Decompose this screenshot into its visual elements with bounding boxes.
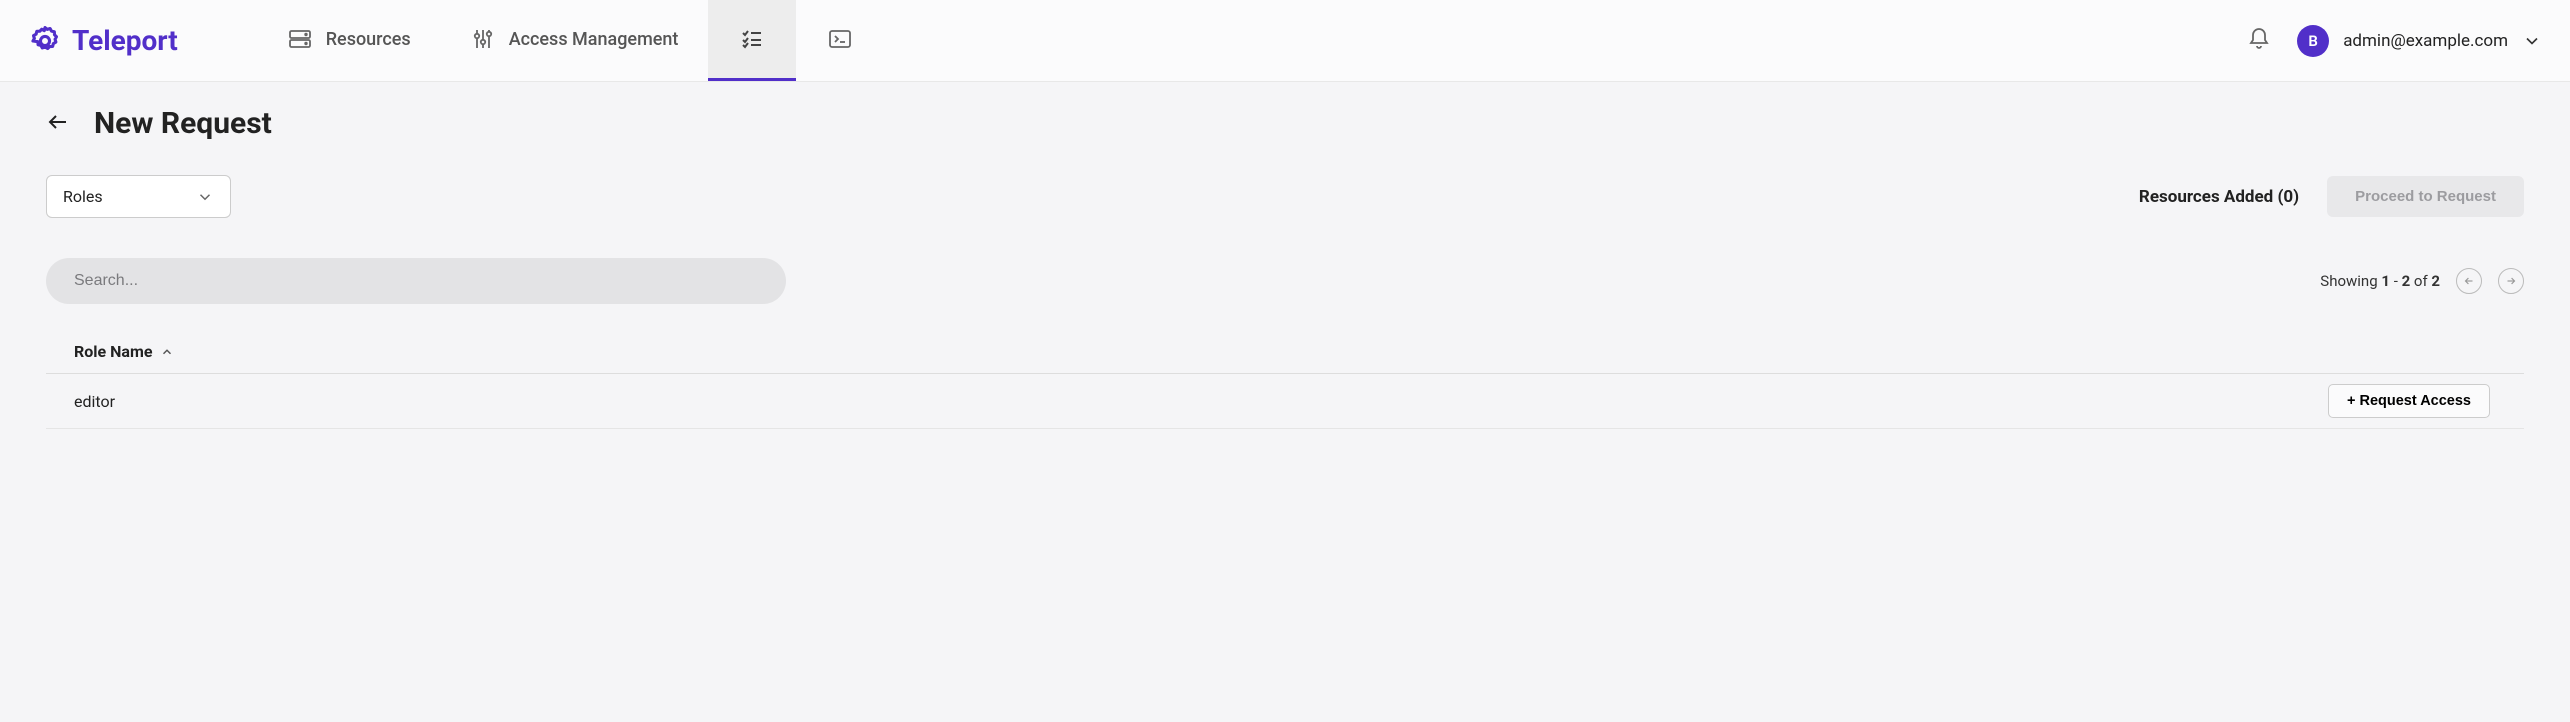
role-name-cell: editor xyxy=(74,392,2328,411)
avatar-initial: B xyxy=(2308,32,2318,50)
page-title: New Request xyxy=(94,106,272,141)
chevron-down-icon xyxy=(2522,31,2542,51)
nav: Resources Access Management xyxy=(258,0,885,81)
server-icon xyxy=(288,27,312,51)
sliders-icon xyxy=(471,27,495,51)
arrow-right-icon xyxy=(2504,274,2518,288)
table-row: editor + Request Access xyxy=(46,374,2524,429)
next-page-button[interactable] xyxy=(2498,268,2524,294)
nav-access-mgmt-label: Access Management xyxy=(509,29,679,50)
nav-access-management[interactable]: Access Management xyxy=(441,0,709,81)
search-input[interactable] xyxy=(46,258,786,304)
chevron-down-icon xyxy=(196,188,214,206)
request-access-button[interactable]: + Request Access xyxy=(2328,384,2490,418)
arrow-left-icon xyxy=(2462,274,2476,288)
prev-page-button[interactable] xyxy=(2456,268,2482,294)
column-header-role-name: Role Name xyxy=(74,342,152,361)
search-row: Showing 1 - 2 of 2 xyxy=(46,258,2524,304)
filter-dropdown-label: Roles xyxy=(63,187,103,206)
nav-resources-label: Resources xyxy=(326,29,411,50)
user-menu-button[interactable]: B admin@example.com xyxy=(2297,25,2542,57)
nav-resources[interactable]: Resources xyxy=(258,0,441,81)
arrow-left-icon xyxy=(46,110,70,134)
notifications-button[interactable] xyxy=(2247,27,2271,55)
table-header[interactable]: Role Name xyxy=(46,330,2524,374)
filter-dropdown[interactable]: Roles xyxy=(46,175,231,218)
nav-requests[interactable] xyxy=(708,0,796,81)
nav-terminal[interactable] xyxy=(796,0,884,81)
pagination: Showing 1 - 2 of 2 xyxy=(2320,268,2524,294)
bell-icon xyxy=(2247,27,2271,51)
page-header: New Request xyxy=(46,106,2524,141)
resources-added-label: Resources Added (0) xyxy=(2139,187,2299,207)
gear-icon xyxy=(28,24,62,58)
topbar-right: B admin@example.com xyxy=(2247,25,2542,57)
pagination-text: Showing 1 - 2 of 2 xyxy=(2320,272,2440,290)
topbar: Teleport Resources Access Management xyxy=(0,0,2570,82)
controls-row: Roles Resources Added (0) Proceed to Req… xyxy=(46,175,2524,218)
brand-logo[interactable]: Teleport xyxy=(28,24,178,58)
page-body: New Request Roles Resources Added (0) Pr… xyxy=(0,82,2570,453)
checklist-icon xyxy=(740,27,764,51)
sort-ascending-icon xyxy=(160,345,174,359)
avatar: B xyxy=(2297,25,2329,57)
brand-name: Teleport xyxy=(72,24,178,57)
back-button[interactable] xyxy=(46,110,70,138)
user-email: admin@example.com xyxy=(2343,31,2508,51)
proceed-button[interactable]: Proceed to Request xyxy=(2327,176,2524,217)
terminal-icon xyxy=(828,27,852,51)
